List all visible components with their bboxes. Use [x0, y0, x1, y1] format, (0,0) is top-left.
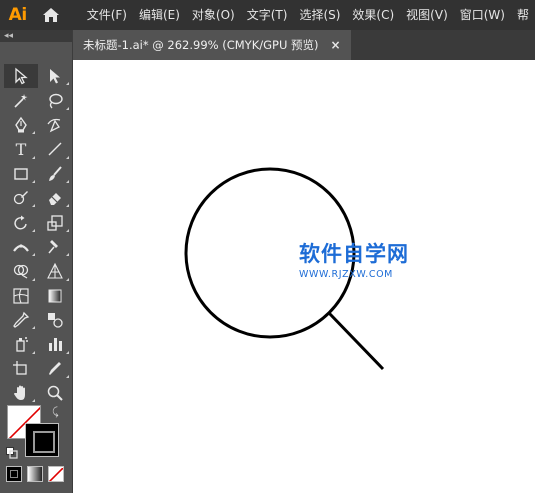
close-icon[interactable]: ×	[331, 38, 341, 52]
eraser-tool-icon[interactable]	[38, 186, 72, 210]
perspective-grid-tool-icon[interactable]	[38, 259, 72, 283]
none-mode-icon[interactable]	[48, 466, 64, 482]
line-segment-tool-icon[interactable]	[38, 137, 72, 161]
menu-window[interactable]: 窗口(W)	[454, 0, 511, 30]
swap-fill-stroke-icon[interactable]: ⤹	[52, 405, 59, 419]
menu-help[interactable]: 帮	[511, 0, 535, 30]
watermark: 软件自学网 WWW.RJZXW.COM	[299, 238, 449, 280]
paintbrush-tool-icon[interactable]	[38, 162, 72, 186]
symbol-sprayer-tool-icon[interactable]	[4, 332, 38, 356]
color-mode-buttons	[6, 466, 64, 482]
default-fill-stroke-icon[interactable]	[6, 447, 18, 459]
menu-file[interactable]: 文件(F)	[81, 0, 133, 30]
direct-selection-tool-icon[interactable]	[38, 64, 72, 88]
menu-type[interactable]: 文字(T)	[241, 0, 294, 30]
fill-stroke-controls: ⤹	[4, 403, 70, 463]
menu-effect[interactable]: 效果(C)	[346, 0, 400, 30]
scale-tool-icon[interactable]	[38, 210, 72, 234]
lasso-tool-icon[interactable]	[38, 88, 72, 112]
collapse-panel-icon[interactable]: ◂◂	[0, 30, 72, 42]
watermark-url: WWW.RJZXW.COM	[299, 269, 393, 280]
home-icon[interactable]	[35, 0, 66, 30]
artboard-tool-icon[interactable]	[4, 357, 38, 381]
width-tool-icon[interactable]	[4, 235, 38, 259]
illustrator-window: Ai 文件(F) 编辑(E) 对象(O) 文字(T) 选择(S) 效果(C) 视…	[0, 0, 535, 493]
puppet-warp-tool-icon[interactable]	[38, 235, 72, 259]
gradient-tool-icon[interactable]	[38, 284, 72, 308]
slice-tool-icon[interactable]	[38, 357, 72, 381]
blend-tool-icon[interactable]	[38, 308, 72, 332]
magic-wand-tool-icon[interactable]	[4, 88, 38, 112]
zoom-tool-icon[interactable]	[38, 381, 72, 405]
column-graph-tool-icon[interactable]	[38, 332, 72, 356]
magnifier-handle-line	[327, 311, 385, 371]
menu-edit[interactable]: 编辑(E)	[133, 0, 186, 30]
mesh-tool-icon[interactable]	[4, 284, 38, 308]
artboard-canvas[interactable]: 软件自学网 WWW.RJZXW.COM	[73, 60, 535, 493]
menu-view[interactable]: 视图(V)	[400, 0, 454, 30]
shaper-tool-icon[interactable]	[4, 186, 38, 210]
document-tab-title: 未标题-1.ai* @ 262.99% (CMYK/GPU 预览)	[83, 38, 319, 52]
rotate-tool-icon[interactable]	[4, 210, 38, 234]
hand-tool-icon[interactable]	[4, 381, 38, 405]
stroke-swatch[interactable]	[25, 423, 59, 457]
menu-bar: Ai 文件(F) 编辑(E) 对象(O) 文字(T) 选择(S) 效果(C) 视…	[0, 0, 535, 30]
rectangle-tool-icon[interactable]	[4, 162, 38, 186]
menu-object[interactable]: 对象(O)	[186, 0, 241, 30]
document-tab-bar: 未标题-1.ai* @ 262.99% (CMYK/GPU 预览) ×	[73, 30, 535, 60]
type-tool-icon[interactable]: T	[4, 137, 38, 161]
svg-text:T: T	[16, 140, 27, 158]
tools-panel: ◂◂ T ⤹	[0, 30, 73, 493]
curvature-tool-icon[interactable]	[38, 113, 72, 137]
shape-builder-tool-icon[interactable]	[4, 259, 38, 283]
eyedropper-tool-icon[interactable]	[4, 308, 38, 332]
menu-select[interactable]: 选择(S)	[293, 0, 346, 30]
gradient-mode-icon[interactable]	[27, 466, 43, 482]
selection-tool-icon[interactable]	[4, 64, 38, 89]
app-logo: Ai	[8, 5, 27, 25]
color-mode-icon[interactable]	[6, 466, 22, 482]
document-tab[interactable]: 未标题-1.ai* @ 262.99% (CMYK/GPU 预览) ×	[73, 30, 351, 60]
pen-tool-icon[interactable]	[4, 113, 38, 137]
watermark-title: 软件自学网	[299, 242, 409, 266]
